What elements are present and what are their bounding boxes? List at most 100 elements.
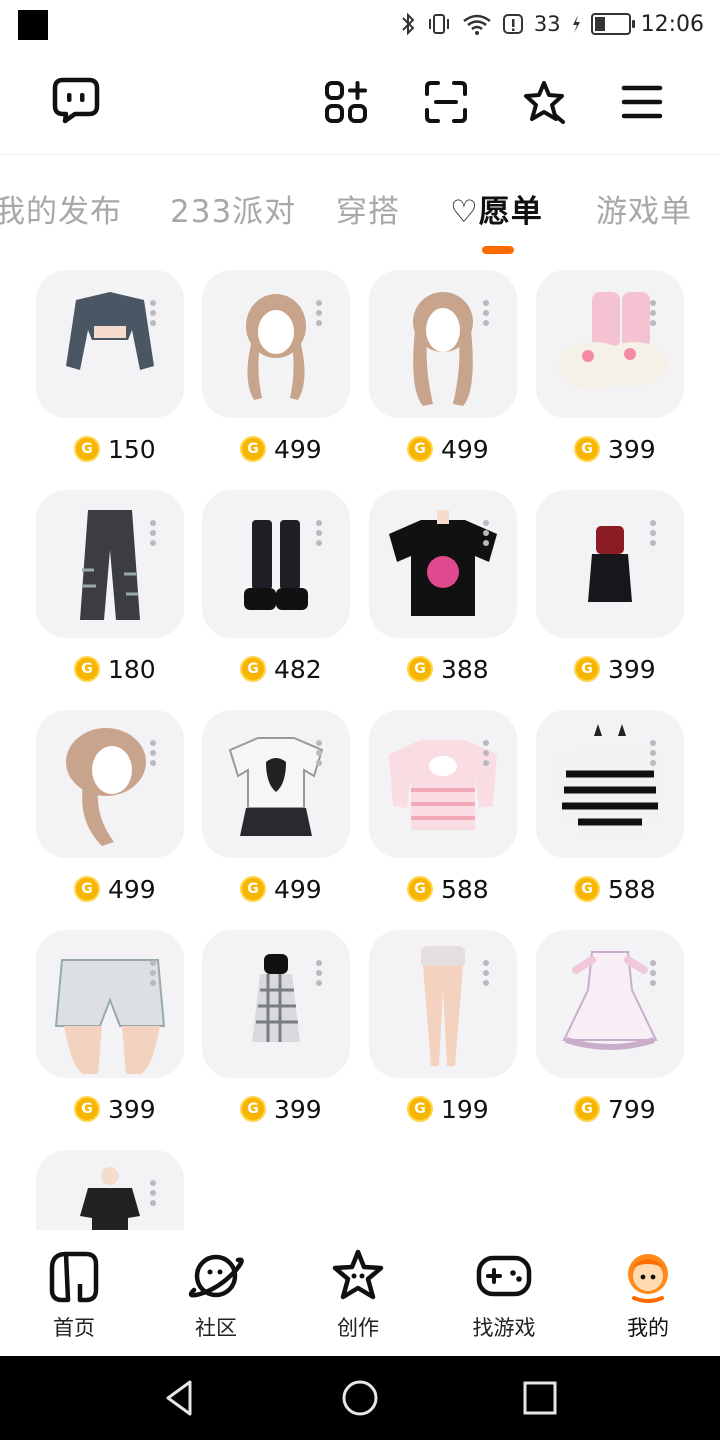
item-thumbnail[interactable] (202, 930, 350, 1078)
home-icon (49, 1251, 99, 1303)
battery-level (594, 17, 606, 31)
back-icon[interactable] (158, 1376, 202, 1420)
home-circle-icon[interactable] (338, 1376, 382, 1420)
item-thumbnail[interactable] (369, 270, 517, 418)
item-thumbnail[interactable] (36, 930, 184, 1078)
item-price: G 799 (574, 1093, 656, 1125)
price-value: 499 (274, 434, 322, 464)
status-icons: 33 12:06 (400, 8, 704, 40)
wishlist-item-black-tee[interactable]: G 388 (369, 490, 517, 690)
tab-233-party[interactable]: 233派对 (170, 186, 296, 231)
more-options-icon[interactable] (650, 300, 656, 326)
more-options-icon[interactable] (650, 520, 656, 546)
item-thumbnail[interactable] (36, 710, 184, 858)
wishlist-item-white-tee-skirt[interactable]: G 499 (202, 710, 350, 910)
more-options-icon[interactable] (483, 300, 489, 326)
item-thumbnail[interactable] (202, 490, 350, 638)
scan-icon[interactable] (416, 72, 476, 132)
more-options-icon[interactable] (316, 520, 322, 546)
wishlist-item-lace-dress[interactable]: G 799 (536, 930, 684, 1130)
item-thumbnail[interactable] (369, 490, 517, 638)
tab-wishlist[interactable]: ♡愿单 (450, 186, 543, 231)
coin-icon: G (407, 876, 433, 902)
wifi-icon (463, 14, 491, 35)
nav-home[interactable]: 首页 (14, 1246, 134, 1350)
nav-profile-label: 我的 (627, 1316, 669, 1340)
more-options-icon[interactable] (483, 520, 489, 546)
more-options-icon[interactable] (483, 960, 489, 986)
item-thumbnail[interactable] (36, 490, 184, 638)
item-thumbnail[interactable] (202, 710, 350, 858)
wishlist-item-platform-boots[interactable]: G 482 (202, 490, 350, 690)
coin-icon: G (74, 436, 100, 462)
tab-game-lists[interactable]: 游戏单 (596, 186, 692, 231)
item-price: G 588 (574, 873, 656, 905)
more-options-icon[interactable] (650, 960, 656, 986)
wishlist-item-jacket[interactable]: G 150 (36, 270, 184, 470)
nav-community[interactable]: 社区 (156, 1246, 276, 1350)
wishlist-item-bare-legs[interactable]: G 199 (369, 930, 517, 1130)
nav-find-games[interactable]: 找游戏 (444, 1246, 564, 1350)
item-thumbnail[interactable] (36, 1150, 184, 1230)
clothing-image (80, 1167, 140, 1230)
item-thumbnail[interactable] (536, 490, 684, 638)
wishlist-item-denim-shorts[interactable]: G 399 (36, 930, 184, 1130)
top-bar (0, 60, 720, 150)
coin-icon: G (407, 656, 433, 682)
wishlist-item-ripped-jeans[interactable]: G 180 (36, 490, 184, 690)
charging-icon (572, 15, 580, 33)
price-value: 180 (108, 654, 156, 684)
coin-icon: G (574, 876, 600, 902)
item-thumbnail[interactable] (202, 270, 350, 418)
wishlist-item-pink-sweater[interactable]: G 588 (369, 710, 517, 910)
wishlist-item-plaid-dress[interactable]: G 399 (202, 930, 350, 1130)
wishlist-item-red-black-outfit[interactable]: G 399 (536, 490, 684, 690)
wishlist-item-braided-hair[interactable]: G 499 (36, 710, 184, 910)
more-options-icon[interactable] (150, 740, 156, 766)
item-thumbnail[interactable] (36, 270, 184, 418)
more-options-icon[interactable] (316, 300, 322, 326)
item-thumbnail[interactable] (536, 930, 684, 1078)
item-price: G 499 (74, 873, 156, 905)
clothing-image (556, 724, 664, 834)
nav-profile[interactable]: 我的 (588, 1246, 708, 1350)
more-options-icon[interactable] (650, 740, 656, 766)
item-thumbnail[interactable] (369, 710, 517, 858)
item-thumbnail[interactable] (536, 270, 684, 418)
price-value: 399 (608, 654, 656, 684)
more-options-icon[interactable] (150, 300, 156, 326)
more-options-icon[interactable] (150, 520, 156, 546)
wishlist-item-twin-tail-hair[interactable]: G 499 (202, 270, 350, 470)
more-options-icon[interactable] (483, 740, 489, 766)
bottom-nav: 首页 社区 创作 找游戏 我的 (0, 1232, 720, 1356)
wishlist-item-bunny-slippers[interactable]: G 399 (536, 270, 684, 470)
clothing-image (558, 292, 668, 390)
nav-create[interactable]: 创作 (298, 1246, 418, 1350)
recents-icon[interactable] (518, 1376, 562, 1420)
star-icon[interactable] (514, 72, 574, 132)
more-options-icon[interactable] (150, 960, 156, 986)
coin-icon: G (74, 1096, 100, 1122)
price-value: 399 (274, 1094, 322, 1124)
apps-add-icon[interactable] (316, 72, 376, 132)
tab-outfits[interactable]: 穿搭 (336, 186, 400, 231)
item-price: G 180 (74, 653, 156, 685)
more-options-icon[interactable] (316, 960, 322, 986)
wishlist-item-striped-sweater[interactable]: G 588 (536, 710, 684, 910)
price-value: 588 (441, 874, 489, 904)
nav-find-games-label: 找游戏 (472, 1316, 536, 1340)
price-value: 388 (441, 654, 489, 684)
more-options-icon[interactable] (316, 740, 322, 766)
wishlist-item-long-hair[interactable]: G 499 (369, 270, 517, 470)
price-value: 150 (108, 434, 156, 464)
more-options-icon[interactable] (150, 1180, 156, 1206)
menu-icon[interactable] (612, 72, 672, 132)
clothing-image (421, 946, 465, 1066)
item-price: G 399 (574, 433, 656, 465)
item-thumbnail[interactable] (536, 710, 684, 858)
system-nav-bar (0, 1356, 720, 1440)
tab-my-posts[interactable]: 我的发布 (0, 186, 122, 231)
chat-bubble-icon[interactable] (46, 70, 106, 130)
wishlist-item-black-set[interactable] (36, 1150, 184, 1230)
item-thumbnail[interactable] (369, 930, 517, 1078)
